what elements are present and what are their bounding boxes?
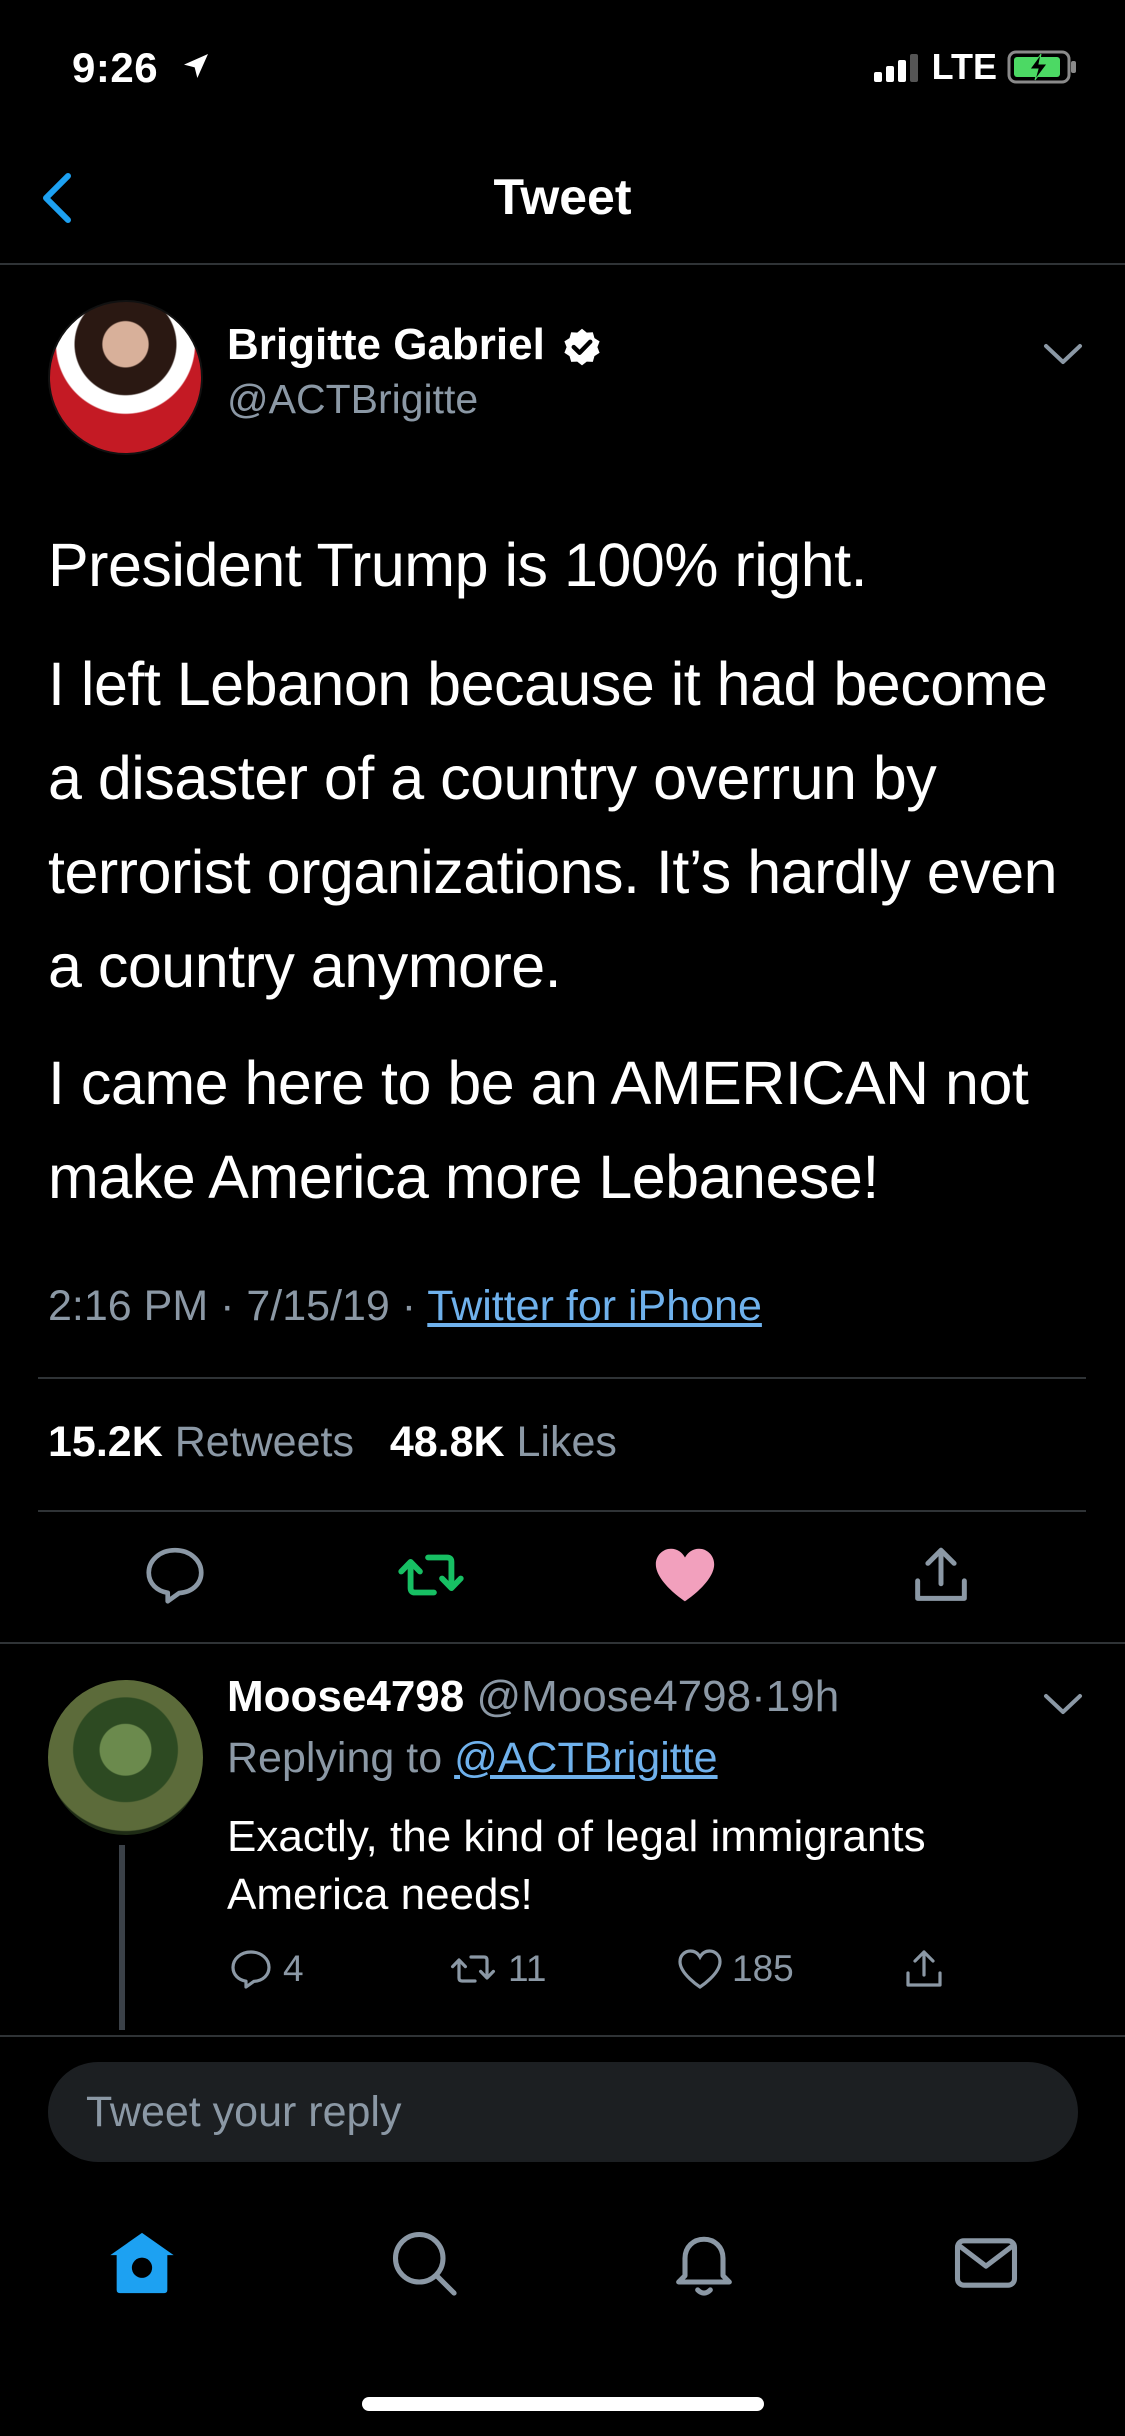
replying-to-handle[interactable]: @ACTBrigitte xyxy=(454,1734,717,1782)
reply-reply-count: 4 xyxy=(283,1948,304,1989)
replying-to-label: Replying to xyxy=(227,1734,443,1782)
share-icon[interactable] xyxy=(906,1540,976,1610)
tweet-text-paragraph: I left Lebanon because it had become a d… xyxy=(48,650,1058,1000)
retweet-icon[interactable] xyxy=(396,1540,466,1610)
reply-icon xyxy=(231,1950,271,1989)
reply-retweet-button[interactable]: 11 xyxy=(446,1945,546,1993)
location-arrow-icon xyxy=(184,54,208,78)
likes-count: 48.8K xyxy=(389,1418,505,1466)
tweet-timestamp: 2:16 PM · 7/15/19 · Twitter for iPhone xyxy=(48,1282,762,1331)
reply-like-button[interactable]: 185 xyxy=(676,1945,794,1993)
retweets-count: 15.2K xyxy=(48,1418,163,1466)
signal-icon xyxy=(873,54,918,82)
replying-to: Replying to @ACTBrigitte xyxy=(227,1734,718,1783)
reply-share-button[interactable] xyxy=(900,1945,948,1993)
chevron-down-icon[interactable] xyxy=(1040,338,1086,368)
tweet-date: 7/15/19 xyxy=(246,1282,390,1330)
divider xyxy=(38,1510,1086,1512)
reply-reply-button[interactable]: 4 xyxy=(227,1945,304,1993)
reply-time: 19h xyxy=(765,1672,840,1721)
battery-charging-icon xyxy=(1007,50,1076,84)
tweet-source-link[interactable]: Twitter for iPhone xyxy=(427,1282,762,1330)
reply-header: Moose4798 @Moose4798·19h xyxy=(227,1672,839,1722)
reply-retweet-count: 11 xyxy=(508,1948,547,1989)
reply-input[interactable] xyxy=(86,2062,1036,2162)
thread-line xyxy=(119,1845,125,2030)
status-indicators: LTE xyxy=(873,46,1079,88)
author-name[interactable]: Brigitte Gabriel xyxy=(227,320,545,370)
retweet-icon xyxy=(451,1955,495,1983)
page-title: Tweet xyxy=(493,169,632,225)
meta-separator: · xyxy=(220,1282,235,1330)
tweet-text-paragraph: President Trump is 100% right. xyxy=(48,531,868,599)
network-label: LTE xyxy=(931,46,997,87)
tweet-text-paragraph: I came here to be an AMERICAN not make A… xyxy=(48,1049,1029,1211)
retweets-label: Retweets xyxy=(174,1418,354,1466)
author-avatar[interactable] xyxy=(48,300,203,455)
meta-separator: · xyxy=(751,1672,766,1721)
divider xyxy=(38,1377,1086,1379)
reply-author-name[interactable]: Moose4798 xyxy=(227,1672,464,1721)
divider xyxy=(0,2035,1125,2037)
meta-separator: · xyxy=(401,1282,417,1330)
header-divider xyxy=(0,263,1125,265)
retweets-stat[interactable]: 15.2K Retweets xyxy=(48,1418,366,1466)
reply-author-avatar[interactable] xyxy=(48,1680,203,1835)
reply-author-handle[interactable]: @Moose4798 xyxy=(476,1672,751,1721)
author-handle[interactable]: @ACTBrigitte xyxy=(227,376,478,423)
chevron-down-icon[interactable] xyxy=(1040,1688,1086,1718)
likes-stat[interactable]: 48.8K Likes xyxy=(390,1418,617,1466)
tweet-time: 2:16 PM xyxy=(48,1282,209,1330)
likes-label: Likes xyxy=(516,1418,617,1466)
divider xyxy=(0,1642,1125,1644)
reply-compose-box[interactable] xyxy=(48,2062,1078,2162)
reply-like-count: 185 xyxy=(732,1948,794,1989)
search-icon[interactable] xyxy=(386,2225,462,2301)
tweet-stats: 15.2K Retweets 48.8K Likes xyxy=(48,1418,617,1467)
home-indicator[interactable] xyxy=(362,2397,764,2411)
home-icon[interactable] xyxy=(104,2225,180,2301)
status-time: 9:26 xyxy=(72,44,159,91)
reply-icon[interactable] xyxy=(140,1540,210,1610)
verified-badge-icon xyxy=(564,328,600,366)
mail-icon[interactable] xyxy=(948,2225,1024,2301)
bell-icon[interactable] xyxy=(666,2225,742,2301)
heart-icon xyxy=(678,1949,722,1989)
share-icon xyxy=(906,1950,942,1987)
heart-filled-icon[interactable] xyxy=(650,1540,720,1610)
reply-text: Exactly, the kind of legal immigrants Am… xyxy=(227,1812,926,1919)
